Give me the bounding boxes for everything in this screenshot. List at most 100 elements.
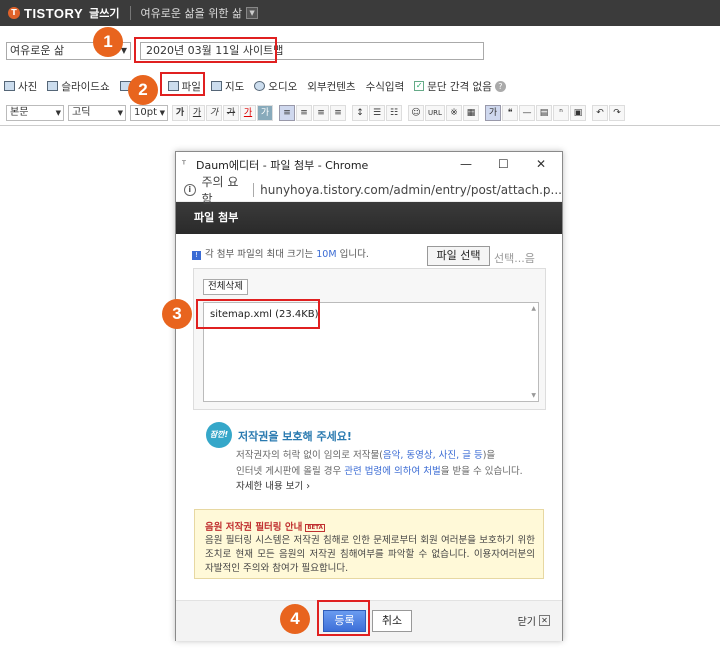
wait-badge-icon: 잠깐! bbox=[206, 422, 232, 448]
table-icon[interactable]: ▦ bbox=[463, 105, 479, 121]
info-icon[interactable]: i bbox=[184, 183, 196, 196]
close-icon: ✕ bbox=[539, 615, 550, 626]
top-bar: T TISTORY 글쓰기 여유로운 삶을 위한 삶 ▼ bbox=[0, 0, 720, 26]
align-justify-icon[interactable]: ≡ bbox=[330, 105, 346, 121]
cancel-button[interactable]: 취소 bbox=[372, 610, 412, 632]
toolbar-label: 문단 간격 없음 bbox=[427, 80, 492, 93]
toolbar-label: 사진 bbox=[18, 80, 38, 93]
url-button[interactable]: URL bbox=[425, 105, 445, 121]
divider bbox=[0, 125, 720, 126]
file-select-button[interactable]: 파일 선택 bbox=[427, 246, 490, 266]
font-select[interactable]: 고딕 ▼ bbox=[68, 105, 126, 121]
delete-all-button[interactable]: 전체삭제 bbox=[203, 279, 248, 295]
format-toolbar: 본문 ▼ 고딕 ▼ 10pt ▼ 가 가 가 가 가 가 ≡ ≡ ≡ ≡ ↕ ☰ ☷ … bbox=[6, 104, 626, 122]
special-char-button[interactable]: ※ bbox=[446, 105, 462, 121]
font-color-button[interactable]: 가 bbox=[240, 105, 256, 121]
emoticon-icon[interactable]: ☺ bbox=[408, 105, 424, 121]
step-marker-4: 4 bbox=[280, 604, 310, 634]
toolbar-label: 수식입력 bbox=[365, 80, 405, 93]
tistory-logo-icon: T bbox=[8, 7, 20, 19]
toolbar-label: 지도 bbox=[224, 80, 245, 93]
write-label: 글쓰기 bbox=[89, 7, 120, 20]
text-box-icon[interactable]: ▤ bbox=[536, 105, 552, 121]
photo-icon bbox=[4, 81, 15, 91]
copyright-text: 저작권자의 허락 없이 임의로 저작물(음악, 동영상, 사진, 글 등)을 인… bbox=[236, 448, 536, 480]
toolbar-external[interactable]: 외부컨텐츠 bbox=[307, 79, 355, 94]
limit-suffix: 입니다. bbox=[339, 249, 369, 260]
select-value: 본문 bbox=[10, 107, 29, 118]
limit-size: 10M bbox=[316, 249, 337, 260]
redo-icon[interactable]: ↷ bbox=[609, 105, 625, 121]
numbered-list-icon[interactable]: ☷ bbox=[386, 105, 402, 121]
divider-icon[interactable]: — bbox=[519, 105, 535, 121]
toolbar-slideshow[interactable]: 슬라이드쇼 bbox=[47, 79, 110, 94]
blog-name[interactable]: 여유로운 삶을 위한 삶 bbox=[141, 5, 243, 21]
superscript-icon[interactable]: ⁿ bbox=[553, 105, 569, 121]
highlight-register bbox=[317, 600, 370, 636]
highlight-file-item bbox=[196, 299, 320, 329]
toolbar-audio[interactable]: 오디오 bbox=[254, 79, 297, 94]
line-height-icon[interactable]: ↕ bbox=[352, 105, 368, 121]
size-select[interactable]: 10pt ▼ bbox=[130, 105, 168, 121]
box-icon[interactable]: 가 bbox=[485, 105, 501, 121]
notice-icon: ! bbox=[192, 251, 201, 260]
music-heading: 음원 저작권 필터링 안내 BETA bbox=[205, 519, 325, 533]
limit-prefix: 각 첨부 파일의 최대 크기는 bbox=[205, 249, 314, 260]
file-attach-popup: ᵀ Daum에디터 - 파일 첨부 - Chrome — ☐ ✕ i 주의 요함… bbox=[175, 151, 563, 641]
chevron-down-icon: ▼ bbox=[159, 109, 165, 117]
divider bbox=[253, 182, 255, 197]
close-icon[interactable]: ✕ bbox=[536, 157, 546, 171]
toolbar-formula[interactable]: 수식입력 bbox=[366, 79, 405, 94]
attach-toolbar: 사진 슬라이드쇼 파일 지도 오디오 외부컨텐츠 수식입력 ✓ 문단 간격 없음? bbox=[4, 76, 516, 96]
toolbar-label: 슬라이드쇼 bbox=[61, 80, 110, 93]
list-icon[interactable]: ☰ bbox=[369, 105, 385, 121]
copy-text-part: )을 bbox=[482, 450, 496, 461]
copy-text-part: 인터넷 게시판에 올릴 경우 bbox=[236, 466, 345, 477]
select-value: 고딕 bbox=[72, 107, 91, 118]
file-area: 전체삭제 sitemap.xml (23.4KB) ▲ ▼ bbox=[193, 268, 546, 410]
style-select[interactable]: 본문 ▼ bbox=[6, 105, 64, 121]
copy-text-link[interactable]: 음악, 동영상, 사진, 글 등 bbox=[383, 450, 483, 461]
paragraph-gap-toggle[interactable]: ✓ 문단 간격 없음? bbox=[414, 79, 506, 94]
more-icon[interactable]: ▣ bbox=[570, 105, 586, 121]
align-left-icon[interactable]: ≡ bbox=[279, 105, 295, 121]
maximize-icon[interactable]: ☐ bbox=[498, 157, 509, 171]
address-bar[interactable]: i 주의 요함 hunyhoya.tistory.com/admin/entry… bbox=[176, 175, 562, 206]
highlight-title bbox=[134, 37, 277, 63]
logo-text: TISTORY bbox=[24, 5, 84, 21]
more-details-link[interactable]: 자세한 내용 보기 › bbox=[236, 478, 310, 492]
align-right-icon[interactable]: ≡ bbox=[313, 105, 329, 121]
divider bbox=[129, 6, 131, 20]
popup-header: 파일 첨부 bbox=[176, 202, 562, 234]
scroll-down-icon[interactable]: ▼ bbox=[531, 392, 536, 399]
scroll-up-icon[interactable]: ▲ bbox=[531, 305, 536, 312]
italic-button[interactable]: 가 bbox=[206, 105, 222, 121]
step-marker-2: 2 bbox=[128, 75, 158, 105]
toolbar-map[interactable]: 지도 bbox=[210, 79, 245, 94]
slideshow-icon bbox=[47, 81, 59, 91]
chevron-down-icon: ▼ bbox=[55, 109, 61, 117]
audio-icon bbox=[254, 81, 266, 91]
undo-icon[interactable]: ↶ bbox=[592, 105, 608, 121]
chevron-down-icon[interactable]: ▼ bbox=[246, 7, 259, 19]
select-value: 10pt bbox=[134, 107, 157, 118]
tistory-logo[interactable]: T TISTORY 글쓰기 bbox=[8, 5, 120, 21]
align-center-icon[interactable]: ≡ bbox=[296, 105, 312, 121]
toolbar-photo[interactable]: 사진 bbox=[4, 79, 37, 94]
toolbar-label: 외부컨텐츠 bbox=[307, 80, 356, 93]
step-marker-3: 3 bbox=[162, 299, 192, 329]
underline-button[interactable]: 가 bbox=[189, 105, 205, 121]
bg-color-button[interactable]: 가 bbox=[257, 105, 273, 121]
help-icon[interactable]: ? bbox=[494, 80, 506, 92]
copy-text-link[interactable]: 관련 법령에 의하여 처벌 bbox=[344, 466, 440, 477]
close-button[interactable]: 닫기 ✕ bbox=[518, 613, 550, 628]
highlight-file bbox=[160, 72, 205, 96]
map-icon bbox=[210, 81, 222, 91]
strike-button[interactable]: 가 bbox=[223, 105, 239, 121]
beta-badge: BETA bbox=[305, 524, 325, 532]
minimize-icon[interactable]: — bbox=[460, 157, 472, 171]
copy-text-part: 을 받을 수 있습니다. bbox=[440, 466, 523, 477]
bold-button[interactable]: 가 bbox=[172, 105, 188, 121]
music-heading-text: 음원 저작권 필터링 안내 bbox=[205, 522, 303, 533]
quote-icon[interactable]: ❝ bbox=[502, 105, 518, 121]
